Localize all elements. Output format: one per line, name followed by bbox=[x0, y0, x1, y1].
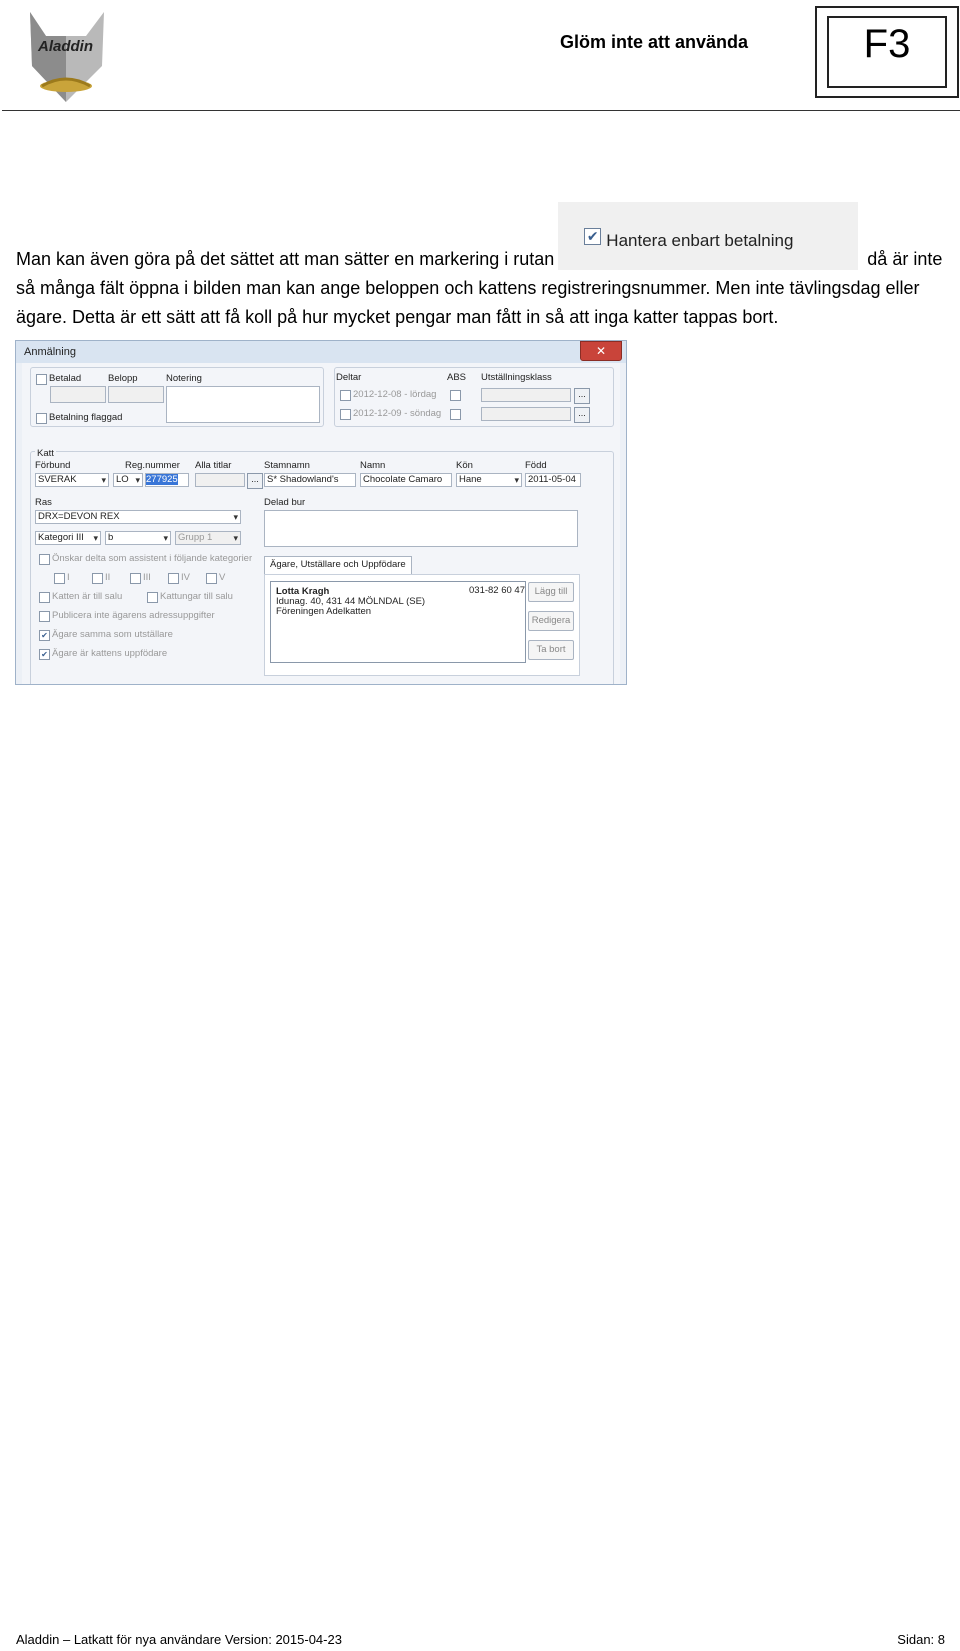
dialog-body: Betalad Belopp Notering Betalning flagga… bbox=[22, 363, 620, 684]
agare-samma-label: Ägare samma som utställare bbox=[52, 629, 173, 640]
reg-nummer-value: 277925 bbox=[146, 474, 178, 485]
kon-label: Kön bbox=[456, 460, 473, 471]
ras-select[interactable]: DRX=DEVON REX bbox=[35, 510, 241, 524]
class2-browse-button[interactable]: ... bbox=[574, 407, 590, 423]
alla-titlar-label: Alla titlar bbox=[195, 460, 232, 471]
agare-uppfodare-checkbox[interactable]: ✔ bbox=[39, 649, 50, 660]
kat2-checkbox[interactable] bbox=[92, 573, 103, 584]
abs2-checkbox[interactable] bbox=[450, 409, 461, 420]
delad-bur-field[interactable] bbox=[264, 510, 578, 547]
notering-field[interactable] bbox=[166, 386, 320, 423]
abs1-checkbox[interactable] bbox=[450, 390, 461, 401]
header-title: Glöm inte att använda bbox=[560, 32, 749, 52]
close-icon[interactable]: ✕ bbox=[580, 341, 622, 361]
onskar-checkbox[interactable] bbox=[39, 554, 50, 565]
titlar-browse-button[interactable]: ... bbox=[247, 473, 263, 489]
dialog-titlebar: Anmälning ✕ bbox=[16, 341, 626, 363]
body-text-part1: Man kan även göra på det sättet att man … bbox=[16, 249, 555, 269]
owner-club: Föreningen Adelkatten bbox=[276, 606, 372, 617]
f3-key-graphic: F3 bbox=[815, 6, 959, 98]
kat3-checkbox[interactable] bbox=[130, 573, 141, 584]
kat3-label: III bbox=[143, 572, 151, 583]
body-paragraph: Man kan även göra på det sättet att man … bbox=[16, 202, 946, 332]
forbund-select[interactable]: SVERAK bbox=[35, 473, 109, 487]
publicera-label: Publicera inte ägarens adressuppgifter bbox=[52, 610, 215, 621]
kattungar-salu-checkbox[interactable] bbox=[147, 592, 158, 603]
katten-salu-checkbox[interactable] bbox=[39, 592, 50, 603]
ras-label: Ras bbox=[35, 497, 52, 508]
katt-label: Katt bbox=[35, 448, 56, 459]
namn-field[interactable]: Chocolate Camaro bbox=[360, 473, 452, 487]
delad-bur-label: Delad bur bbox=[264, 497, 306, 508]
f3-key-label: F3 bbox=[863, 22, 911, 66]
onskar-label: Önskar delta som assistent i följande ka… bbox=[52, 553, 253, 564]
registration-dialog-screenshot: Anmälning ✕ Betalad Belopp Notering Beta… bbox=[15, 340, 627, 685]
page-number: Sidan: 8 bbox=[897, 1632, 945, 1647]
katten-salu-label: Katten är till salu bbox=[52, 591, 123, 602]
payment-only-label: Hantera enbart betalning bbox=[606, 231, 794, 250]
namn-label: Namn bbox=[360, 460, 386, 471]
date2-checkbox[interactable] bbox=[340, 409, 351, 420]
logo-text: Aladdin bbox=[38, 38, 93, 55]
kat4-checkbox[interactable] bbox=[168, 573, 179, 584]
class1-browse-button[interactable]: ... bbox=[574, 388, 590, 404]
betalad-label: Betalad bbox=[49, 373, 82, 384]
publicera-checkbox[interactable] bbox=[39, 611, 50, 622]
farg-select[interactable]: b bbox=[105, 531, 171, 545]
abs-label: ABS bbox=[447, 372, 467, 383]
kat5-label: V bbox=[219, 572, 226, 583]
alla-titlar-field[interactable] bbox=[195, 473, 245, 487]
ta-bort-button[interactable]: Ta bort bbox=[528, 640, 574, 660]
betalning-flaggad-checkbox[interactable] bbox=[36, 413, 47, 424]
stamnamn-field[interactable]: S* Shadowland's bbox=[264, 473, 356, 487]
fodd-field[interactable]: 2011-05-04 bbox=[525, 473, 581, 487]
class2-field[interactable] bbox=[481, 407, 571, 421]
belopp-label: Belopp bbox=[108, 373, 138, 384]
belopp-field[interactable] bbox=[108, 386, 164, 403]
class1-field[interactable] bbox=[481, 388, 571, 402]
kategori-select[interactable]: Kategori III bbox=[35, 531, 101, 545]
kattungar-salu-label: Kattungar till salu bbox=[160, 591, 233, 602]
footer-left: Aladdin – Latkatt för nya användare Vers… bbox=[16, 1632, 342, 1647]
kat5-checkbox[interactable] bbox=[206, 573, 217, 584]
notering-label: Notering bbox=[166, 373, 202, 384]
agare-samma-checkbox[interactable]: ✔ bbox=[39, 630, 50, 641]
date1-label: 2012-12-08 - lördag bbox=[353, 389, 437, 400]
dialog-title: Anmälning bbox=[24, 346, 76, 358]
lagg-till-button[interactable]: Lägg till bbox=[528, 582, 574, 602]
date2-label: 2012-12-09 - söndag bbox=[353, 408, 442, 419]
reg-prefix-select[interactable]: LO bbox=[113, 473, 143, 487]
stamnamn-label: Stamnamn bbox=[264, 460, 310, 471]
grupp-select[interactable]: Grupp 1 bbox=[175, 531, 241, 545]
header-divider bbox=[2, 110, 960, 111]
date1-checkbox[interactable] bbox=[340, 390, 351, 401]
utstallningsklass-label: Utställningsklass bbox=[481, 372, 552, 383]
tab-owner[interactable]: Ägare, Utställare och Uppfödare bbox=[264, 556, 412, 575]
betalad-field[interactable] bbox=[50, 386, 106, 403]
fodd-label: Född bbox=[525, 460, 547, 471]
betalning-flaggad-label: Betalning flaggad bbox=[49, 412, 123, 423]
aladdin-logo: Aladdin bbox=[12, 2, 120, 106]
betalad-checkbox[interactable] bbox=[36, 374, 47, 385]
reg-nummer-label: Reg.nummer bbox=[125, 460, 180, 471]
owner-phone: 031-82 60 47 bbox=[469, 585, 525, 596]
redigera-button[interactable]: Redigera bbox=[528, 611, 574, 631]
kat1-label: I bbox=[67, 572, 70, 583]
kat4-label: IV bbox=[181, 572, 190, 583]
checked-icon: ✔ bbox=[584, 228, 602, 245]
reg-nummer-field[interactable]: 277925 bbox=[145, 473, 189, 487]
kat1-checkbox[interactable] bbox=[54, 573, 65, 584]
forbund-label: Förbund bbox=[35, 460, 71, 471]
kat2-label: II bbox=[105, 572, 111, 583]
deltar-label: Deltar bbox=[336, 372, 362, 383]
agare-uppfodare-label: Ägare är kattens uppfödare bbox=[52, 648, 168, 659]
kon-select[interactable]: Hane bbox=[456, 473, 522, 487]
payment-only-checkbox-image: ✔ Hantera enbart betalning bbox=[558, 202, 859, 270]
